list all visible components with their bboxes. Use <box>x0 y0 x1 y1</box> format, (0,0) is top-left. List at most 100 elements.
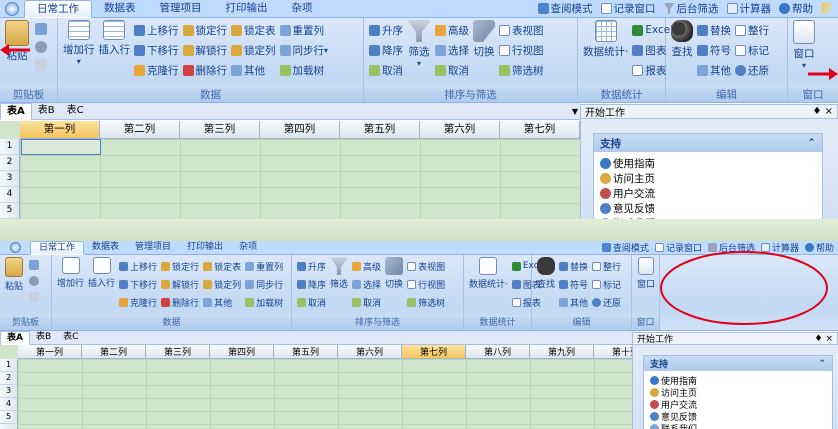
unlock-row-button-2[interactable]: 解锁行 <box>161 275 199 293</box>
sheet-tab-b[interactable]: 表B <box>32 103 61 119</box>
column-header[interactable]: 第三列 <box>146 345 210 358</box>
move-down-button-2[interactable]: 下移行 <box>119 275 157 293</box>
filter-tree-button[interactable]: 筛选树 <box>499 60 544 80</box>
filter-button-2[interactable]: 筛选 <box>330 257 348 290</box>
help-button[interactable]: 帮助 <box>779 1 813 16</box>
reset-col-button-2[interactable]: 重置列 <box>245 257 283 275</box>
selected-cell[interactable] <box>21 139 101 155</box>
column-header[interactable]: 第八列 <box>466 345 530 358</box>
delete-row-button[interactable]: 删除行 <box>182 60 227 80</box>
tab-print-output[interactable]: 打印输出 <box>214 0 280 17</box>
table-view-button[interactable]: 表视图 <box>499 20 544 40</box>
calculator-button[interactable]: 计算器 <box>726 1 771 16</box>
row-header[interactable]: 1 <box>0 139 19 155</box>
window-button[interactable]: 窗口 ▾ <box>793 20 815 70</box>
column-header[interactable]: 第五列 <box>340 121 420 138</box>
row-header[interactable]: 4 <box>0 398 17 411</box>
cut-icon[interactable] <box>35 41 47 53</box>
column-header[interactable]: 第四列 <box>260 121 340 138</box>
mark-button[interactable]: 标记 <box>735 40 769 60</box>
sheet-tab-b-2[interactable]: 表B <box>30 331 57 344</box>
find-button-2[interactable]: 查找 <box>537 257 555 290</box>
move-down-button[interactable]: 下移行 <box>134 40 179 60</box>
collapse-icon-2[interactable]: ⌃ <box>818 359 826 369</box>
load-tree-button[interactable]: 加载树 <box>279 60 329 80</box>
symbol-button-2[interactable]: 符号 <box>559 275 588 293</box>
clone-row-button-2[interactable]: 克隆行 <box>119 293 157 311</box>
tab-print-output-2[interactable]: 打印输出 <box>179 241 231 254</box>
format-painter-icon[interactable] <box>35 59 47 71</box>
row-view-button-2[interactable]: 行视图 <box>407 275 445 293</box>
support-link[interactable]: 使用指南 <box>650 374 826 387</box>
cell-area-2[interactable] <box>18 359 640 429</box>
select-filter-button-2[interactable]: 选择 <box>352 275 381 293</box>
lock-table-button[interactable]: 锁定表 <box>231 20 276 40</box>
support-link[interactable]: 使用指南 <box>600 156 816 171</box>
row-header[interactable]: 3 <box>0 171 19 187</box>
cancel-filter-button-2[interactable]: 取消 <box>352 293 381 311</box>
insert-row-button-2[interactable]: 插入行 <box>88 257 115 289</box>
column-header[interactable]: 第七列 <box>402 345 466 358</box>
row-view-button[interactable]: 行视图 <box>499 40 544 60</box>
sort-desc-button-2[interactable]: 降序 <box>297 275 326 293</box>
cell-area[interactable] <box>20 139 580 219</box>
record-window-button[interactable]: 记录窗口 <box>600 1 656 16</box>
task-pane-pin-close-2[interactable]: ♦ × <box>815 334 833 344</box>
paste-button[interactable]: 粘贴 <box>5 20 29 63</box>
load-tree-button-2[interactable]: 加载树 <box>245 293 283 311</box>
column-header[interactable]: 第三列 <box>180 121 260 138</box>
background-filter-button[interactable]: 后台筛选 <box>663 1 719 16</box>
window-button-2[interactable]: 窗口 <box>637 257 655 290</box>
filter-button[interactable]: 筛选 ▾ <box>407 20 431 68</box>
replace-button-2[interactable]: 替换 <box>559 257 588 275</box>
restore-button[interactable]: 还原 <box>735 60 769 80</box>
column-header[interactable]: 第九列 <box>530 345 594 358</box>
support-link[interactable]: 意见反馈 <box>600 201 816 216</box>
move-up-button[interactable]: 上移行 <box>134 20 179 40</box>
column-header[interactable]: 第五列 <box>274 345 338 358</box>
other-button[interactable]: 其他 <box>231 60 276 80</box>
support-link[interactable]: 访问主页 <box>650 386 826 399</box>
tab-misc-2[interactable]: 杂项 <box>231 241 265 254</box>
sort-asc-button[interactable]: 升序 <box>369 20 403 40</box>
sort-asc-button-2[interactable]: 升序 <box>297 257 326 275</box>
data-grid-2[interactable]: 第一列 第二列 第三列 第四列 第五列 第六列 第七列 第八列 第九列 第十列 12345 <box>0 345 640 429</box>
row-header[interactable]: 4 <box>0 187 19 203</box>
app-logo-icon[interactable] <box>0 0 24 17</box>
other-button-2[interactable]: 其他 <box>203 293 241 311</box>
copy-icon[interactable] <box>35 23 47 35</box>
support-link[interactable]: 访问主页 <box>600 171 816 186</box>
sheet-tab-c-2[interactable]: 表C <box>57 331 84 344</box>
row-header[interactable]: 5 <box>0 203 19 219</box>
tidy-row-button[interactable]: 整行 <box>735 20 769 40</box>
column-header[interactable]: 第四列 <box>210 345 274 358</box>
tab-data-table[interactable]: 数据表 <box>92 0 148 17</box>
support-link[interactable]: 意见反馈 <box>650 410 826 423</box>
row-header[interactable]: 1 <box>0 359 17 372</box>
edit-other-button-2[interactable]: 其他 <box>559 293 588 311</box>
delete-row-button-2[interactable]: 删除行 <box>161 293 199 311</box>
lock-row-button-2[interactable]: 锁定行 <box>161 257 199 275</box>
add-row-button-2[interactable]: 增加行 <box>57 257 84 289</box>
cut-icon-2[interactable] <box>29 276 40 286</box>
sheet-tab-c[interactable]: 表C <box>61 103 90 119</box>
data-stats-button[interactable]: 数据统计· <box>583 20 628 59</box>
task-pane-pin-close[interactable]: ♦ × <box>812 106 833 117</box>
move-up-button-2[interactable]: 上移行 <box>119 257 157 275</box>
format-painter-icon-2[interactable] <box>29 292 40 302</box>
lock-col-button[interactable]: 锁定列 <box>231 40 276 60</box>
row-header[interactable]: 5 <box>0 411 17 424</box>
support-link[interactable]: 联系我们 <box>650 422 826 429</box>
theme-button[interactable] <box>821 3 834 14</box>
tab-manage-project[interactable]: 管理项目 <box>148 0 214 17</box>
sheet-tab-a[interactable]: 表A <box>0 102 32 120</box>
row-header[interactable]: 3 <box>0 385 17 398</box>
column-header[interactable]: 第二列 <box>82 345 146 358</box>
tab-daily-work[interactable]: 日常工作 <box>24 0 92 18</box>
sync-row-button[interactable]: 同步行 ▾ <box>279 40 328 60</box>
data-grid[interactable]: 第一列 第二列 第三列 第四列 第五列 第六列 第七列 12345 <box>0 121 580 219</box>
switch-button[interactable]: 切换 <box>473 20 495 59</box>
tidy-row-button-2[interactable]: 整行 <box>592 257 621 275</box>
lock-col-button-2[interactable]: 锁定列 <box>203 275 241 293</box>
sort-desc-button[interactable]: 降序 <box>369 40 403 60</box>
